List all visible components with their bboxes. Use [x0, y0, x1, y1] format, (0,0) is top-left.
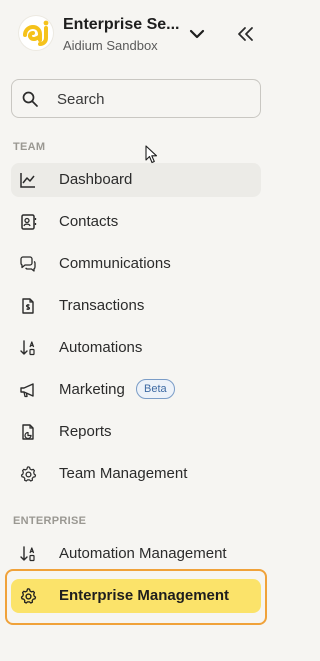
sidebar-item-label: Enterprise Management [59, 587, 230, 604]
sidebar-item-label: Team Management [59, 465, 188, 482]
sidebar-item-label: Transactions [59, 297, 145, 314]
sidebar-item-automations[interactable]: Automations [11, 331, 261, 365]
sidebar: Enterprise Se... Aidium Sandbox Search T… [0, 0, 270, 661]
megaphone-icon [19, 381, 37, 399]
sort-icon [19, 339, 37, 357]
search-icon [21, 90, 39, 108]
beta-badge: Beta [136, 379, 175, 399]
sidebar-item-label: Reports [59, 423, 112, 440]
section-label-team: TEAM [13, 141, 46, 153]
sidebar-item-transactions[interactable]: Transactions [11, 289, 261, 323]
sidebar-item-label: Contacts [59, 213, 119, 230]
sidebar-item-label: Automation Management [59, 545, 227, 562]
sidebar-header: Enterprise Se... Aidium Sandbox [0, 0, 270, 72]
sidebar-item-label: Automations [59, 339, 143, 356]
sidebar-item-label: Communications [59, 255, 171, 272]
sidebar-item-contacts[interactable]: Contacts [11, 205, 261, 239]
sidebar-item-reports[interactable]: Reports [11, 415, 261, 449]
chart-line-icon [19, 171, 37, 189]
gear-icon [19, 465, 37, 483]
section-label-enterprise: ENTERPRISE [13, 515, 87, 527]
sidebar-item-label: Dashboard [59, 171, 133, 188]
sidebar-item-marketing[interactable]: Marketing Beta [11, 373, 261, 407]
search-placeholder: Search [57, 91, 105, 108]
sidebar-item-communications[interactable]: Communications [11, 247, 261, 281]
chat-icon [19, 255, 37, 273]
sidebar-item-label: Marketing [59, 381, 125, 398]
org-subtitle: Aidium Sandbox [63, 38, 158, 53]
sidebar-item-automation-management[interactable]: Automation Management [11, 537, 261, 571]
chevron-down-icon[interactable] [186, 25, 208, 43]
gear-icon [19, 587, 37, 605]
contacts-icon [19, 213, 37, 231]
sidebar-item-team-management[interactable]: Team Management [11, 457, 261, 491]
collapse-sidebar-icon[interactable] [234, 23, 256, 45]
sidebar-item-dashboard[interactable]: Dashboard [11, 163, 261, 197]
document-icon [19, 297, 37, 315]
report-icon [19, 423, 37, 441]
brand-logo [19, 16, 53, 50]
org-name[interactable]: Enterprise Se... [63, 16, 181, 34]
search-input[interactable]: Search [11, 79, 261, 118]
sidebar-item-enterprise-management[interactable]: Enterprise Management [11, 579, 261, 613]
mouse-cursor-icon [145, 145, 159, 165]
sort-icon [19, 545, 37, 563]
